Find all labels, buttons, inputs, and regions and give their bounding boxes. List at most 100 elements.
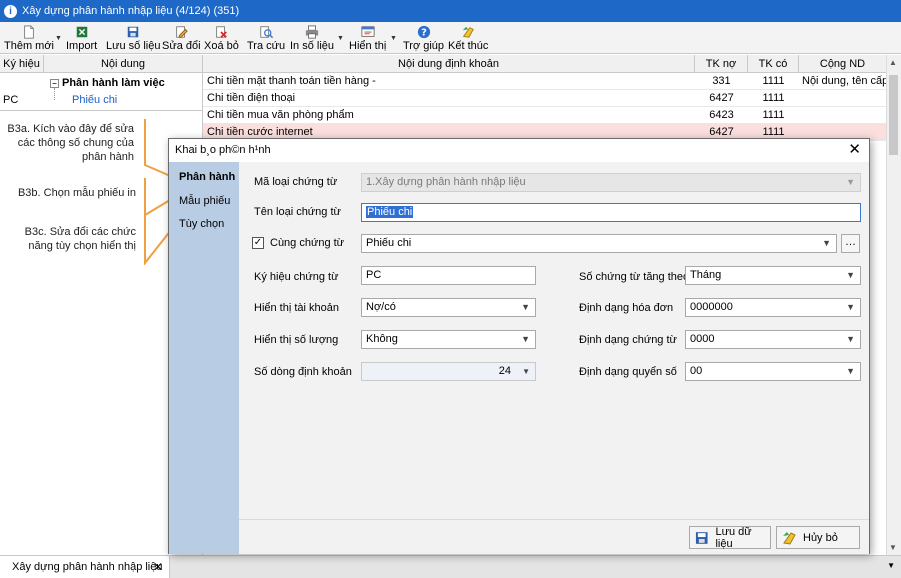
table-row[interactable]: Chi tiền mặt thanh toán tiền hàng - 331 … [203,73,886,90]
document-tab[interactable]: Xây dựng phân hành nhập liệu ✕ [0,556,170,578]
nav-tab-mau-phieu[interactable]: Mẫu phiếu [179,195,230,207]
dialog-title: Khai b¸o ph©n h¹nh [175,144,271,156]
chevron-down-icon: ▼ [846,366,855,376]
display-button[interactable]: Hiển thị [349,24,386,52]
tree-group-label: Phân hành làm việc [62,77,165,89]
grid-header: Nội dung định khoản TK nợ TK có Cộng ND [203,55,886,73]
ky-hieu-label: Ký hiệu chứng từ [254,271,339,283]
toolbar: Thêm mới ▼ Import Lưu số liệu Sửa đổi Xo… [0,22,901,54]
dd-quyen-so-select[interactable]: 00 ▼ [685,362,861,381]
cung-chung-tu-checkbox[interactable]: ✓ [252,237,264,249]
dd-chung-tu-label: Định dạng chứng từ [579,334,677,346]
excel-import-icon [76,26,87,38]
window-title: Xây dựng phân hành nhập liệu (4/124) (35… [22,5,240,17]
cung-chung-tu-select[interactable]: Phiếu chi ▼ [361,234,837,253]
left-panel-header: Ký hiệu Nội dung [0,55,202,73]
table-row[interactable]: Chi tiền điện thoại 6427 1111 [203,90,886,107]
cell-content: Chi tiền mua văn phòng phẩm [207,109,354,121]
scrollbar-thumb[interactable] [889,75,898,155]
cell-credit: 1111 [762,109,785,121]
tree-group-row[interactable]: − Phân hành làm việc [0,75,202,92]
chevron-down-icon: ▼ [521,334,530,344]
chevron-down-icon: ▼ [846,334,855,344]
import-button[interactable]: Import [66,24,97,52]
browse-button[interactable]: … [841,234,860,253]
cell-debit: 6423 [709,109,734,121]
dd-quyen-so-label: Định dạng quyển số [579,366,677,378]
tree-leaf-row[interactable]: PC Phiếu chi [0,92,202,109]
annotation-b3b: B3b. Chọn mẫu phiếu in [17,187,136,199]
cell-extra [802,90,886,107]
so-ct-tang-label: Số chứng từ tăng theo [579,271,690,283]
print-dropdown-icon[interactable]: ▼ [337,35,344,42]
lookup-button[interactable]: Tra cứu [247,24,285,52]
add-new-button[interactable]: Thêm mới [4,24,54,52]
edit-button[interactable]: Sửa đổi [162,24,201,52]
stepper-arrow-icon[interactable]: ▼ [522,363,530,380]
printer-icon [305,25,319,39]
left-panel-divider [0,110,202,111]
cell-content: Chi tiền mặt thanh toán tiền hàng - [207,75,376,87]
cung-label: Cùng chứng từ [270,237,345,249]
tree-group[interactable]: − Phân hành làm việc [50,75,165,92]
ky-hieu-input[interactable]: PC [361,266,536,285]
dd-hoa-don-label: Định dạng hóa đơn [579,302,674,314]
so-ct-tang-select[interactable]: Tháng ▼ [685,266,861,285]
add-new-dropdown-icon[interactable]: ▼ [55,35,62,42]
cell-credit: 1111 [762,92,785,104]
display-icon [361,26,375,37]
grid-col-content[interactable]: Nội dung định khoản [203,55,695,73]
close-icon[interactable]: ✕ [848,142,861,157]
scroll-down-icon[interactable]: ▼ [889,543,897,552]
tree-leaf-code: PC [3,94,19,106]
dialog-form: Mã loại chứng từ 1.Xây dựng phân hành nh… [239,162,869,554]
ma-loai-select: 1.Xây dựng phân hành nhập liệu ▼ [361,173,861,192]
hien-thi-sl-select[interactable]: Không ▼ [361,330,536,349]
display-dropdown-icon[interactable]: ▼ [390,35,397,42]
nav-tab-tuy-chon[interactable]: Tùy chọn [179,218,224,230]
cell-extra: Nội dung, tên cấp [802,75,886,87]
dd-hoa-don-select[interactable]: 0000000 ▼ [685,298,861,317]
save-data-dialog-button[interactable]: Lưu dữ liệu [689,526,771,550]
dialog-footer: Lưu dữ liệu Hủy bỏ [239,519,869,554]
nav-tab-phan-hanh[interactable]: Phân hành [179,171,235,183]
tab-list-dropdown-icon[interactable]: ▼ [887,561,895,570]
cell-debit: 331 [712,75,731,87]
help-button[interactable]: ? Trợ giúp [403,24,444,52]
close-tab-icon[interactable]: ✕ [153,560,163,574]
grid-col-extra[interactable]: Cộng ND [799,55,886,73]
dialog-titlebar[interactable]: Khai b¸o ph©n h¹nh ✕ [169,139,869,161]
save-icon [127,26,139,38]
window-titlebar: i Xây dựng phân hành nhập liệu (4/124) (… [0,0,901,22]
cell-credit: 1111 [762,75,785,87]
grid-col-credit[interactable]: TK có [748,55,799,73]
cell-extra [802,107,886,124]
save-data-button[interactable]: Lưu số liệu [106,24,160,52]
svg-text:?: ? [421,28,427,39]
exit-icon [783,531,796,545]
grid-col-debit[interactable]: TK nợ [695,55,748,73]
cancel-button[interactable]: Hủy bỏ [776,526,860,549]
hien-thi-tk-select[interactable]: Nợ/có ▼ [361,298,536,317]
scroll-up-icon[interactable]: ▲ [889,58,897,67]
ma-loai-label: Mã loại chứng từ [254,176,338,188]
so-dong-stepper[interactable]: 24 ▼ [361,362,536,381]
chevron-down-icon: ▼ [846,270,855,280]
collapse-icon[interactable]: − [50,79,59,88]
table-row[interactable]: Chi tiền mua văn phòng phẩm 6423 1111 [203,107,886,124]
delete-button[interactable]: Xoá bỏ [204,24,239,52]
app-info-icon: i [4,4,17,18]
ten-loai-label: Tên loại chứng từ [254,206,341,218]
chevron-down-icon: ▼ [822,238,831,248]
document-tab-label: Xây dựng phân hành nhập liệu [12,561,163,573]
chevron-down-icon: ▼ [846,302,855,312]
annotation-b3a: B3a. Kích vào đây để sửa các thông số ch… [7,123,134,163]
dd-chung-tu-select[interactable]: 0000 ▼ [685,330,861,349]
exit-button[interactable]: Kết thúc [448,24,488,52]
chevron-down-icon: ▼ [521,302,530,312]
hien-thi-sl-label: Hiển thị số lượng [254,334,339,346]
print-button[interactable]: In số liệu [290,24,334,52]
tree-leaf-label[interactable]: Phiếu chi [72,92,117,109]
chevron-down-icon: ▼ [846,177,855,187]
ten-loai-input[interactable]: Phiếu chi [361,203,861,222]
